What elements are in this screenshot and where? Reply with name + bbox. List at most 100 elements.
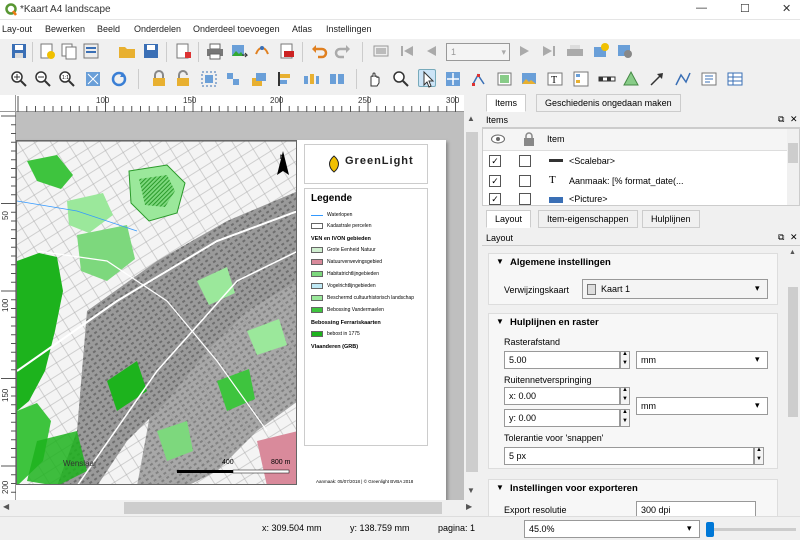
zoom-combo[interactable]: 45.0% ▾ — [524, 520, 700, 538]
scroll-right-icon[interactable]: ▶ — [466, 502, 472, 511]
scroll-up-icon[interactable]: ▲ — [467, 114, 475, 123]
grid-spacing-stepper[interactable]: ▲ ▼ — [620, 351, 630, 369]
raise-items-icon[interactable] — [250, 70, 268, 88]
menu-beeld[interactable]: Beeld — [97, 24, 120, 34]
save-icon[interactable] — [10, 42, 28, 60]
logo[interactable]: GreenLight — [304, 144, 428, 184]
layout-manager-icon[interactable] — [82, 42, 100, 60]
menu-onderdelen[interactable]: Onderdelen — [134, 24, 181, 34]
export-resolution-input[interactable]: 300 dpi — [636, 501, 756, 517]
snap-tolerance-input[interactable]: 5 px — [504, 447, 754, 465]
canvas-horizontal-scrollbar[interactable]: ◀ ▶ — [0, 500, 480, 516]
tab-item-properties[interactable]: Item-eigenschappen — [538, 210, 638, 228]
scrollbar-thumb[interactable] — [466, 132, 478, 472]
scrollbar-thumb[interactable] — [788, 143, 798, 163]
list-item[interactable]: ✓ <Scalebar> — [483, 151, 787, 171]
layout-page[interactable]: N 400 800 m Wenslaar GreenLight Legende … — [16, 140, 446, 500]
lock-checkbox[interactable] — [519, 155, 531, 167]
duplicate-layout-icon[interactable] — [60, 42, 78, 60]
menu-atlas[interactable]: Atlas — [292, 24, 312, 34]
export-image-icon[interactable] — [230, 42, 248, 60]
zoom-tool-icon[interactable] — [392, 70, 410, 88]
legend[interactable]: Legende Waterlopen Kadastrale percelen V… — [304, 188, 428, 446]
export-atlas-icon[interactable] — [592, 42, 610, 60]
add-table-icon[interactable] — [726, 70, 744, 88]
list-item[interactable]: ✓ <Picture> — [483, 191, 787, 205]
last-feature-icon[interactable] — [540, 42, 558, 60]
scrollbar-thumb[interactable] — [124, 502, 442, 514]
grid-offset-y-stepper[interactable]: ▲ ▼ — [620, 409, 630, 427]
open-template-icon[interactable] — [118, 42, 136, 60]
visibility-checkbox[interactable]: ✓ — [489, 155, 501, 167]
layout-canvas[interactable]: N 400 800 m Wenslaar GreenLight Legende … — [16, 112, 464, 500]
layout-properties-scrollbar[interactable]: ▲ — [786, 247, 800, 517]
tab-undo-history[interactable]: Geschiedenis ongedaan maken — [536, 94, 681, 112]
add-arrow-icon[interactable] — [648, 70, 666, 88]
menu-onderdeel-toevoegen[interactable]: Onderdeel toevoegen — [193, 24, 280, 34]
grid-offset-y-input[interactable]: y: 0.00 — [504, 409, 620, 427]
add-polyline-icon[interactable] — [674, 70, 692, 88]
zoom-actual-icon[interactable]: 1:1 — [58, 70, 76, 88]
add-shape-icon[interactable] — [622, 70, 640, 88]
refresh-icon[interactable] — [110, 70, 128, 88]
grid-offset-unit-combo[interactable]: mm ▾ — [636, 397, 768, 415]
zoom-slider[interactable] — [706, 521, 796, 537]
add-html-icon[interactable] — [700, 70, 718, 88]
atlas-page-combo[interactable]: 1 ▾ — [446, 43, 510, 61]
undo-icon[interactable] — [310, 42, 328, 60]
atlas-preview-icon[interactable] — [372, 42, 390, 60]
lock-checkbox[interactable] — [519, 193, 531, 205]
distribute-items-icon[interactable] — [302, 70, 320, 88]
select-tool-icon[interactable] — [418, 69, 436, 88]
tab-guides[interactable]: Hulplijnen — [642, 210, 700, 228]
zoom-out-icon[interactable] — [34, 70, 52, 88]
scroll-up-icon[interactable]: ▲ — [789, 249, 796, 256]
float-icon[interactable]: ⧉ — [778, 232, 784, 243]
grid-spacing-unit-combo[interactable]: mm ▾ — [636, 351, 768, 369]
menu-instellingen[interactable]: Instellingen — [326, 24, 372, 34]
menu-bewerken[interactable]: Bewerken — [45, 24, 85, 34]
export-pdf-icon[interactable] — [278, 42, 296, 60]
collapse-icon[interactable]: ▼ — [496, 317, 504, 326]
canvas-vertical-scrollbar[interactable]: ▲ ▼ — [464, 112, 480, 500]
add-legend-icon[interactable] — [572, 70, 590, 88]
new-layout-icon[interactable] — [38, 42, 56, 60]
print-atlas-icon[interactable] — [566, 42, 584, 60]
add-map-icon[interactable] — [496, 70, 514, 88]
collapse-icon[interactable]: ▼ — [496, 483, 504, 492]
add-page-icon[interactable] — [174, 42, 192, 60]
zoom-in-icon[interactable] — [10, 70, 28, 88]
group-items-icon[interactable] — [200, 70, 218, 88]
grid-spacing-input[interactable]: 5.00 — [504, 351, 620, 369]
next-feature-icon[interactable] — [516, 42, 534, 60]
minimize-button[interactable]: — — [696, 2, 707, 14]
print-icon[interactable] — [206, 42, 224, 60]
zoom-full-icon[interactable] — [84, 70, 102, 88]
list-item[interactable]: ✓ T Aanmaak: [% format_date(... — [483, 171, 787, 191]
footer-note[interactable]: Aanmaak: 05/07/2018 | © Greenlight BVBA … — [316, 479, 413, 484]
scrollbar-thumb[interactable] — [788, 287, 798, 417]
save-template-icon[interactable] — [142, 42, 160, 60]
grid-offset-x-input[interactable]: x: 0.00 — [504, 387, 620, 405]
edit-nodes-icon[interactable] — [470, 70, 488, 88]
align-items-icon[interactable] — [276, 70, 294, 88]
visibility-checkbox[interactable]: ✓ — [489, 175, 501, 187]
scroll-left-icon[interactable]: ◀ — [3, 502, 9, 511]
snap-tolerance-stepper[interactable]: ▲ ▼ — [754, 447, 764, 465]
ungroup-items-icon[interactable] — [224, 70, 242, 88]
float-icon[interactable]: ⧉ — [778, 114, 784, 125]
first-feature-icon[interactable] — [398, 42, 416, 60]
resize-items-icon[interactable] — [328, 70, 346, 88]
reference-map-combo[interactable]: Kaart 1 ▾ — [582, 279, 768, 299]
move-content-icon[interactable] — [444, 70, 462, 88]
redo-icon[interactable] — [334, 42, 352, 60]
menu-layout[interactable]: Lay-out — [2, 24, 32, 34]
close-icon[interactable]: ✕ — [790, 232, 798, 243]
tab-layout[interactable]: Layout — [486, 210, 532, 228]
close-button[interactable]: ✕ — [782, 2, 791, 15]
lock-checkbox[interactable] — [519, 175, 531, 187]
previous-feature-icon[interactable] — [422, 42, 440, 60]
zoom-slider-handle[interactable] — [706, 522, 714, 537]
export-svg-icon[interactable] — [254, 42, 272, 60]
maximize-button[interactable]: ☐ — [740, 2, 750, 15]
